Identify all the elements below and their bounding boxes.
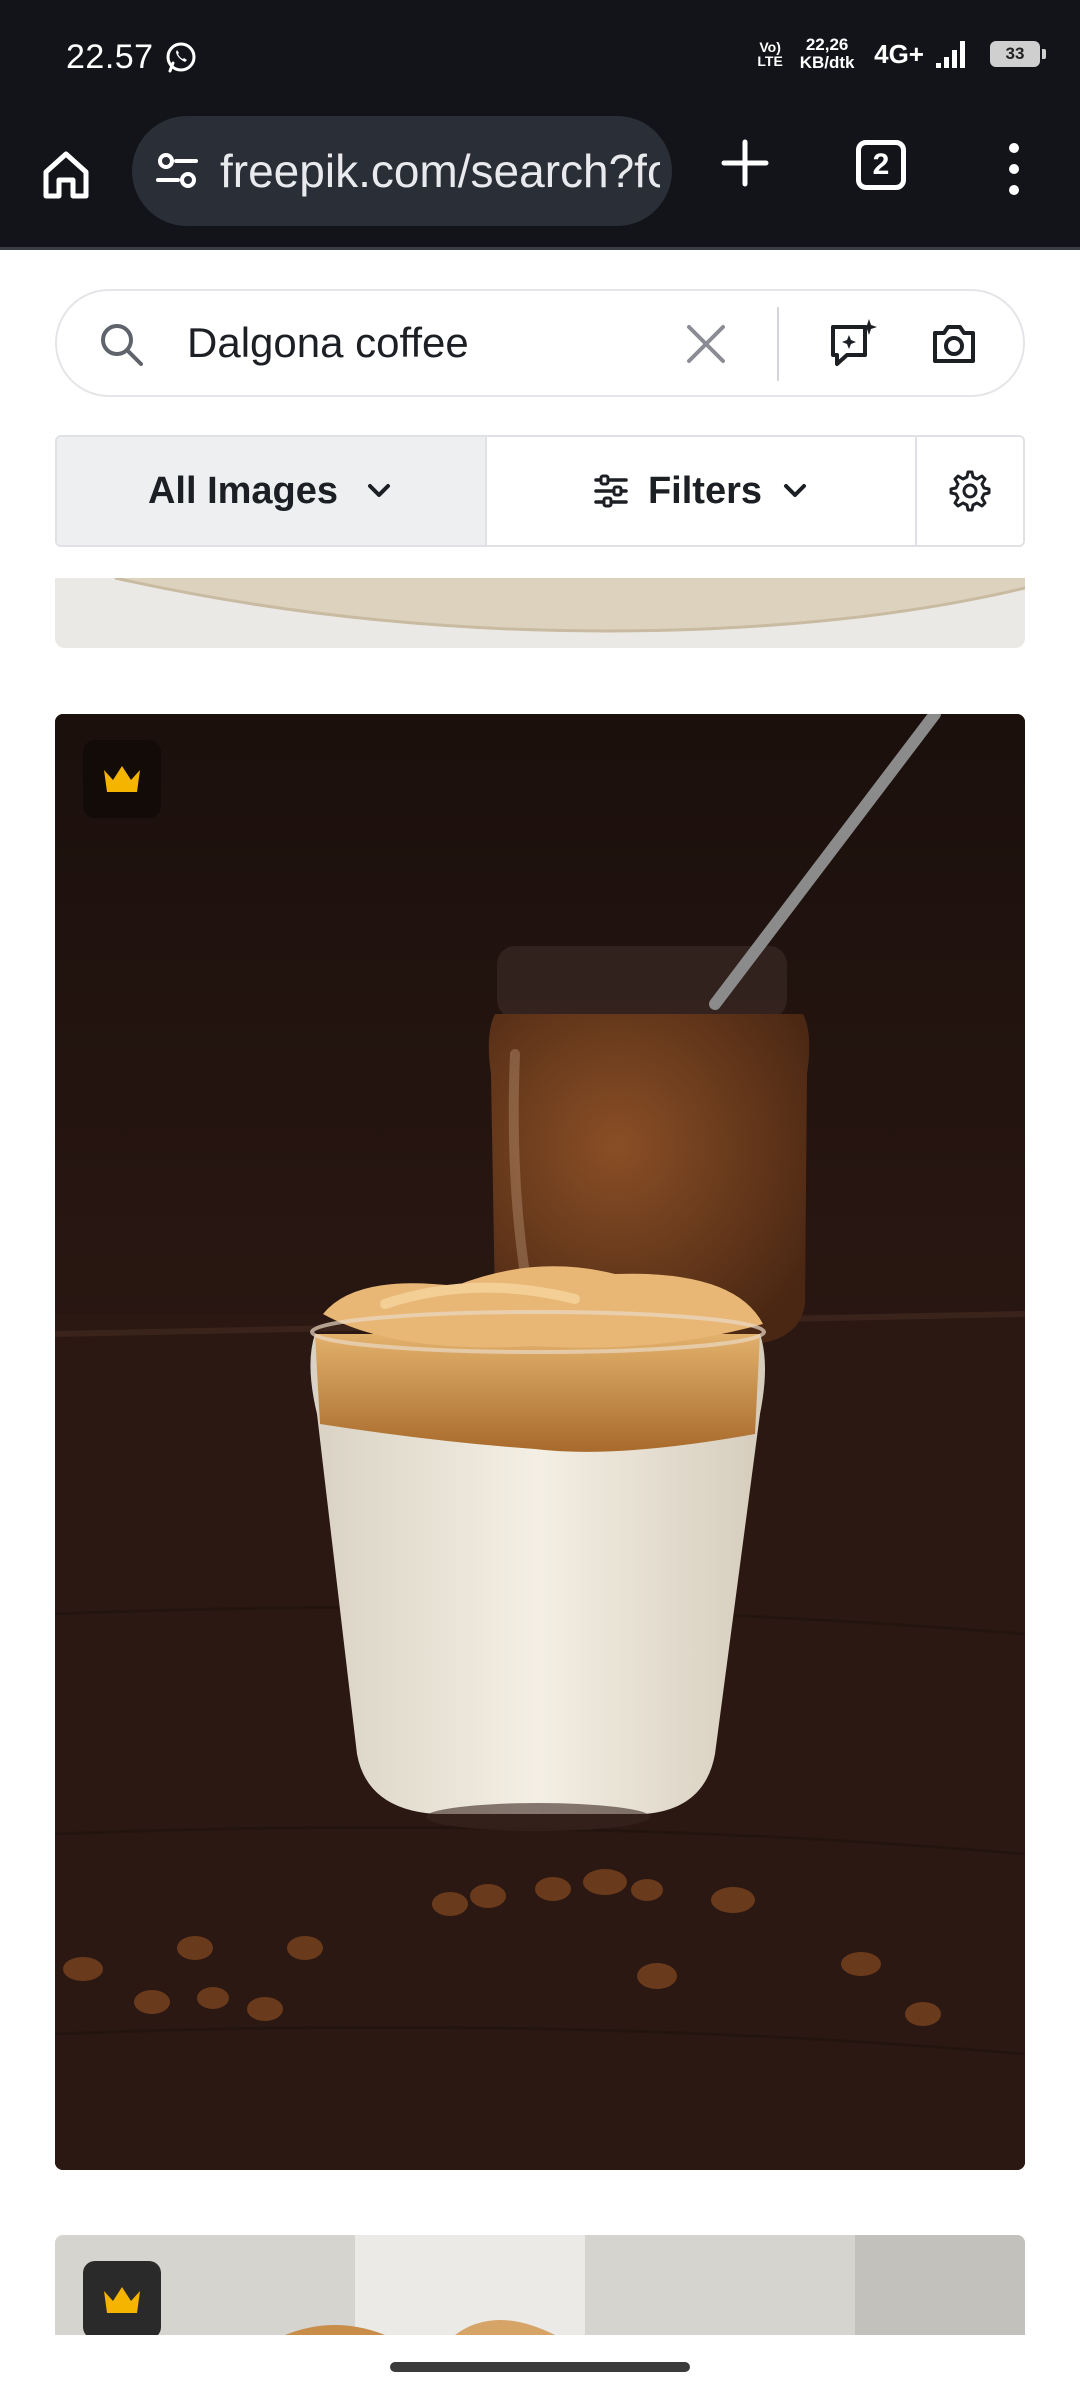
battery-icon: 33 [990, 41, 1046, 67]
network-speed-value: 22,26 [805, 35, 849, 54]
premium-badge [83, 2261, 161, 2335]
filters-button[interactable]: Filters [487, 437, 917, 545]
gesture-home-indicator[interactable] [390, 2362, 690, 2372]
search-icon [101, 324, 143, 366]
filters-label: Filters [647, 469, 763, 512]
filter-bar: All Images Filters [55, 435, 1025, 547]
ai-chat-icon[interactable] [827, 317, 881, 371]
crown-icon [104, 2287, 140, 2313]
all-images-dropdown[interactable]: All Images [57, 437, 487, 545]
clear-search-icon[interactable] [683, 321, 729, 367]
home-icon [43, 151, 89, 199]
more-menu-icon[interactable] [996, 136, 1032, 202]
url-text[interactable]: freepik.com/search?fo [220, 144, 660, 198]
tab-switcher-button[interactable]: 2 [856, 140, 906, 190]
sliders-icon [594, 474, 628, 508]
whatsapp-icon [166, 42, 196, 73]
new-tab-button[interactable] [712, 130, 778, 196]
chevron-down-icon [784, 484, 807, 497]
result-image-card[interactable] [55, 714, 1025, 2170]
all-images-label: All Images [147, 469, 339, 512]
dalgona-coffee-photo [55, 714, 1025, 2170]
search-input[interactable] [187, 315, 707, 371]
network-speed: 22,26 KB/dtk [796, 36, 858, 72]
address-bar[interactable]: freepik.com/search?fo [132, 116, 672, 226]
network-type: 4G+ [874, 38, 924, 69]
search-settings-button[interactable] [917, 437, 1023, 545]
volte-indicator: Vo) LTE [757, 39, 783, 69]
browser-toolbar: freepik.com/search?fo 2 [0, 110, 1080, 250]
next-result-image [55, 2235, 1025, 2335]
result-image-card[interactable] [55, 578, 1025, 648]
wooden-board-image [55, 578, 1025, 648]
site-settings-icon[interactable] [152, 146, 202, 196]
home-button[interactable] [30, 138, 102, 210]
status-bar: 22.57 Vo) LTE 22,26 KB/dtk 4G+ 33 [0, 0, 1080, 110]
network-speed-unit: KB/dtk [799, 53, 855, 72]
gear-icon [949, 470, 991, 512]
premium-badge [83, 740, 161, 818]
chevron-down-icon [368, 484, 391, 497]
status-time: 22.57 [66, 38, 154, 76]
result-image-card[interactable] [55, 2235, 1025, 2335]
crown-icon [104, 766, 140, 792]
signal-icon [936, 41, 965, 68]
search-bar [55, 289, 1025, 397]
search-divider [777, 307, 779, 381]
status-indicators: Vo) LTE 22,26 KB/dtk 4G+ 33 [754, 34, 1046, 74]
camera-icon[interactable] [929, 319, 979, 369]
